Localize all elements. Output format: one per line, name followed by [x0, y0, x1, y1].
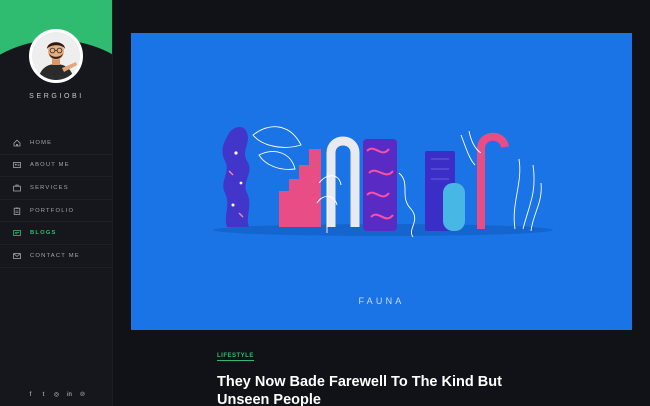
nav-item-portfolio[interactable]: PORTFOLIO	[0, 200, 112, 223]
linkedin-icon[interactable]: in	[66, 391, 73, 398]
clipboard-icon	[12, 206, 22, 216]
nav-label: HOME	[30, 139, 53, 146]
main-content: FAUNA LIFESTYLE They Now Bade Farewell T…	[113, 0, 650, 406]
nav-item-services[interactable]: SERVICES	[0, 177, 112, 200]
briefcase-icon	[12, 183, 22, 193]
facebook-icon[interactable]: f	[27, 391, 34, 398]
post-category-link[interactable]: LIFESTYLE	[217, 353, 254, 361]
home-icon	[12, 138, 22, 148]
id-card-icon	[12, 160, 22, 170]
main-nav: HOME ABOUT ME SERVICES PORTFOLIO BLOGS C…	[0, 132, 112, 268]
nav-item-contact[interactable]: CONTACT ME	[0, 245, 112, 268]
nav-label: CONTACT ME	[30, 252, 80, 259]
pinterest-icon[interactable]: ℗	[79, 391, 86, 398]
fauna-illustration	[213, 126, 553, 238]
sidebar: SERGIOBI HOME ABOUT ME SERVICES PORTFOLI…	[0, 0, 113, 406]
hero-image[interactable]: FAUNA	[131, 33, 632, 330]
nav-label: ABOUT ME	[30, 162, 70, 169]
twitter-icon[interactable]: t	[40, 391, 47, 398]
nav-item-home[interactable]: HOME	[0, 132, 112, 155]
nav-label: SERVICES	[30, 184, 69, 191]
blog-post-preview: LIFESTYLE They Now Bade Farewell To The …	[217, 344, 547, 406]
nav-item-blogs[interactable]: BLOGS	[0, 222, 112, 245]
nav-label: BLOGS	[30, 230, 57, 237]
hero-title: FAUNA	[358, 296, 405, 306]
nav-item-about[interactable]: ABOUT ME	[0, 155, 112, 178]
brand-name[interactable]: SERGIOBI	[0, 93, 112, 100]
social-links: f t ◎ in ℗	[0, 391, 112, 399]
contact-icon	[12, 251, 22, 261]
blog-icon	[12, 228, 22, 238]
post-title[interactable]: They Now Bade Farewell To The Kind But U…	[217, 373, 547, 406]
avatar[interactable]	[29, 29, 83, 83]
instagram-icon[interactable]: ◎	[53, 391, 60, 398]
nav-label: PORTFOLIO	[30, 207, 75, 214]
